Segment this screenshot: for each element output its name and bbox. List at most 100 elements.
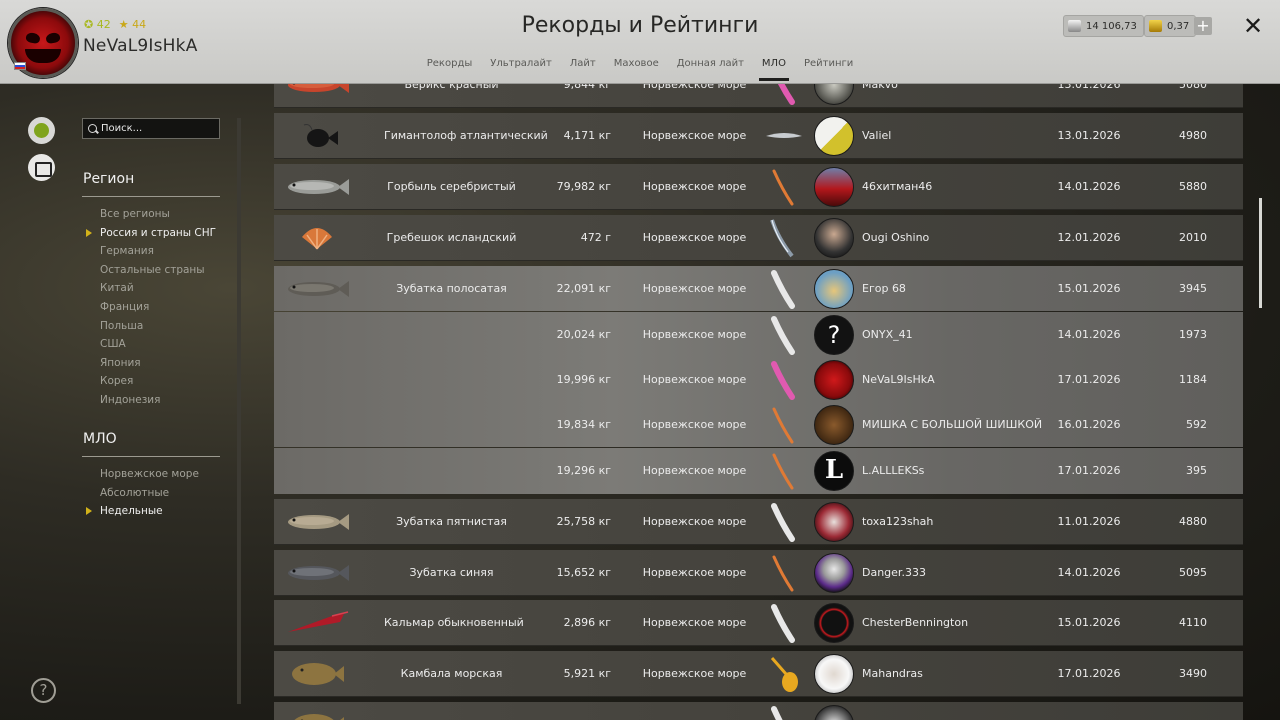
letter-l-avatar-icon[interactable]: L bbox=[814, 451, 854, 491]
catch-date: 14.01.2026 bbox=[1057, 566, 1121, 579]
region-item-5[interactable]: Франция bbox=[100, 298, 216, 317]
search-input[interactable]: Поиск... bbox=[82, 118, 220, 139]
player-name[interactable]: L.ALLLEKSs bbox=[862, 448, 924, 494]
player-name[interactable]: ChesterBennington bbox=[862, 600, 968, 646]
search-placeholder: Поиск... bbox=[101, 123, 143, 134]
white-bait-icon bbox=[764, 502, 804, 542]
score: 3490 bbox=[1179, 667, 1207, 680]
orange-bait-icon bbox=[764, 405, 804, 445]
fish-name: Горбыль серебристый bbox=[387, 180, 516, 193]
mlo-item-0[interactable]: Норвежское море bbox=[100, 465, 199, 484]
region-item-7[interactable]: США bbox=[100, 335, 216, 354]
player-name[interactable]: NeVaL9IsHkA bbox=[862, 357, 935, 403]
player-name[interactable]: Danger.333 bbox=[862, 550, 926, 596]
tab-2[interactable]: Лайт bbox=[561, 58, 605, 76]
location: Норвежское море bbox=[642, 328, 747, 341]
portrait-avatar-icon[interactable] bbox=[814, 218, 854, 258]
player-name[interactable]: Егор 68 bbox=[862, 266, 906, 312]
tab-4[interactable]: Донная лайт bbox=[668, 58, 753, 76]
yellow-lure-icon bbox=[764, 654, 804, 694]
score: 5095 bbox=[1179, 566, 1207, 579]
fish-name bbox=[384, 702, 519, 720]
score: 4880 bbox=[1179, 515, 1207, 528]
player-name[interactable]: Mahandras bbox=[862, 651, 923, 697]
scallop-icon bbox=[282, 225, 352, 251]
tab-5[interactable]: МЛО bbox=[753, 58, 795, 81]
cartoon-avatar-icon[interactable] bbox=[814, 269, 854, 309]
region-item-6[interactable]: Польша bbox=[100, 317, 216, 336]
close-button[interactable]: ✕ bbox=[1242, 13, 1264, 39]
orange-bait-icon bbox=[764, 553, 804, 593]
region-item-3[interactable]: Остальные страны bbox=[100, 261, 216, 280]
score: 592 bbox=[1186, 418, 1207, 431]
player-name[interactable]: Makvo bbox=[862, 84, 898, 108]
table-row[interactable]: 19,834 кг Норвежское море МИШКА С БОЛЬШОЙ … bbox=[274, 402, 1243, 447]
fish-name bbox=[384, 402, 519, 448]
player-name[interactable]: 46хитман46 bbox=[862, 164, 932, 210]
gold-coins-icon bbox=[1149, 20, 1162, 32]
table-row[interactable]: 19,296 кг Норвежское море L L.ALLLEKSs 17.01… bbox=[274, 448, 1243, 494]
fish-weight: 15,652 кг bbox=[556, 566, 611, 579]
catch-date: 12.01.2026 bbox=[1057, 231, 1121, 244]
table-row[interactable]: 20,024 кг Норвежское море? ONYX_41 14.01.20… bbox=[274, 312, 1243, 357]
table-row[interactable]: Гребешок исландский 472 г Норвежское море O… bbox=[274, 215, 1243, 261]
table-row[interactable]: Зубатка пятнистая 25,758 кг Норвежское мор… bbox=[274, 499, 1243, 545]
table-row[interactable]: Зубатка полосатая 22,091 кг Норвежское мор… bbox=[274, 266, 1243, 311]
table-row[interactable]: Зубатка синяя 15,652 кг Норвежское море Dan… bbox=[274, 550, 1243, 596]
table-row[interactable]: Камбала морская 5,921 кг Норвежское море Ma… bbox=[274, 651, 1243, 697]
mlo-item-1[interactable]: Абсолютные bbox=[100, 484, 199, 503]
fish-weight: 25,758 кг bbox=[556, 515, 611, 528]
archive-icon[interactable] bbox=[28, 154, 55, 181]
linkin-park-avatar-icon[interactable] bbox=[814, 603, 854, 643]
records-table: Берикс красный 9,844 кг Норвежское море Mak… bbox=[274, 84, 1244, 720]
mlo-item-2[interactable]: Недельные bbox=[86, 502, 199, 521]
silver-lure-icon bbox=[764, 116, 804, 156]
region-item-4[interactable]: Китай bbox=[100, 279, 216, 298]
location: Норвежское море bbox=[642, 180, 747, 193]
region-item-0[interactable]: Все регионы bbox=[100, 205, 216, 224]
skull-avatar-icon[interactable] bbox=[814, 84, 854, 105]
help-icon[interactable]: ? bbox=[31, 678, 56, 703]
table-row[interactable]: Берикс красный 9,844 кг Норвежское море Mak… bbox=[274, 84, 1243, 108]
tab-6[interactable]: Рейтинги bbox=[795, 58, 862, 76]
catch-date: 15.01.2026 bbox=[1057, 282, 1121, 295]
region-item-1[interactable]: Россия и страны СНГ bbox=[85, 224, 216, 243]
table-row[interactable]: Горбыль серебристый 79,982 кг Норвежское м… bbox=[274, 164, 1243, 210]
fish-name: Берикс красный bbox=[404, 84, 499, 91]
einstein-avatar-icon[interactable] bbox=[814, 654, 854, 694]
tab-3[interactable]: Маховое bbox=[605, 58, 668, 76]
region-item-2[interactable]: Германия bbox=[100, 242, 216, 261]
mlo-filter-list: Норвежское море Абсолютные Недельные bbox=[86, 465, 199, 521]
tab-1[interactable]: Ультралайт bbox=[481, 58, 561, 76]
fish-weight: 20,024 кг bbox=[556, 328, 611, 341]
record-tabs: Рекорды Ультралайт Лайт Маховое Донная лайт М… bbox=[0, 58, 1280, 81]
car-avatar-icon[interactable] bbox=[814, 167, 854, 207]
region-item-8[interactable]: Япония bbox=[100, 354, 216, 373]
friends-icon[interactable] bbox=[28, 117, 55, 144]
demon-avatar-icon[interactable] bbox=[814, 502, 854, 542]
table-row[interactable]: Гимантолоф атлантический 4,171 кг Норвежск… bbox=[274, 113, 1243, 159]
sidebar-scrollbar[interactable] bbox=[237, 118, 241, 704]
region-item-10[interactable]: Индонезия bbox=[100, 391, 216, 410]
red-face-avatar-icon[interactable] bbox=[814, 360, 854, 400]
tab-0[interactable]: Рекорды bbox=[418, 58, 482, 76]
orange-bait-icon bbox=[764, 167, 804, 207]
player-name[interactable]: МИШКА С БОЛЬШОЙ ШИШКОЙ bbox=[862, 402, 1042, 448]
glasses-avatar-icon[interactable] bbox=[814, 116, 854, 156]
table-row[interactable] bbox=[274, 702, 1243, 720]
fish-weight: 79,982 кг bbox=[556, 180, 611, 193]
player-name[interactable]: ONYX_41 bbox=[862, 312, 913, 358]
player-name[interactable]: Valiel bbox=[862, 113, 891, 159]
table-row[interactable]: 19,996 кг Норвежское море NeVaL9IsHkA 17.01… bbox=[274, 357, 1243, 402]
add-gold-button[interactable]: + bbox=[1194, 17, 1212, 35]
bear-avatar-icon[interactable] bbox=[814, 405, 854, 445]
table-row[interactable]: Кальмар обыкновенный 2,896 кг Норвежское м… bbox=[274, 600, 1243, 646]
player-name[interactable]: toxa123shah bbox=[862, 499, 933, 545]
question-avatar-icon[interactable]: ? bbox=[814, 315, 854, 355]
player-name[interactable]: Ougi Oshino bbox=[862, 215, 929, 261]
skull-mask-avatar-icon[interactable] bbox=[814, 553, 854, 593]
mask-avatar-icon[interactable] bbox=[814, 705, 854, 720]
location: Норвежское море bbox=[642, 616, 747, 629]
region-item-9[interactable]: Корея bbox=[100, 372, 216, 391]
table-scrollbar[interactable] bbox=[1259, 198, 1262, 308]
